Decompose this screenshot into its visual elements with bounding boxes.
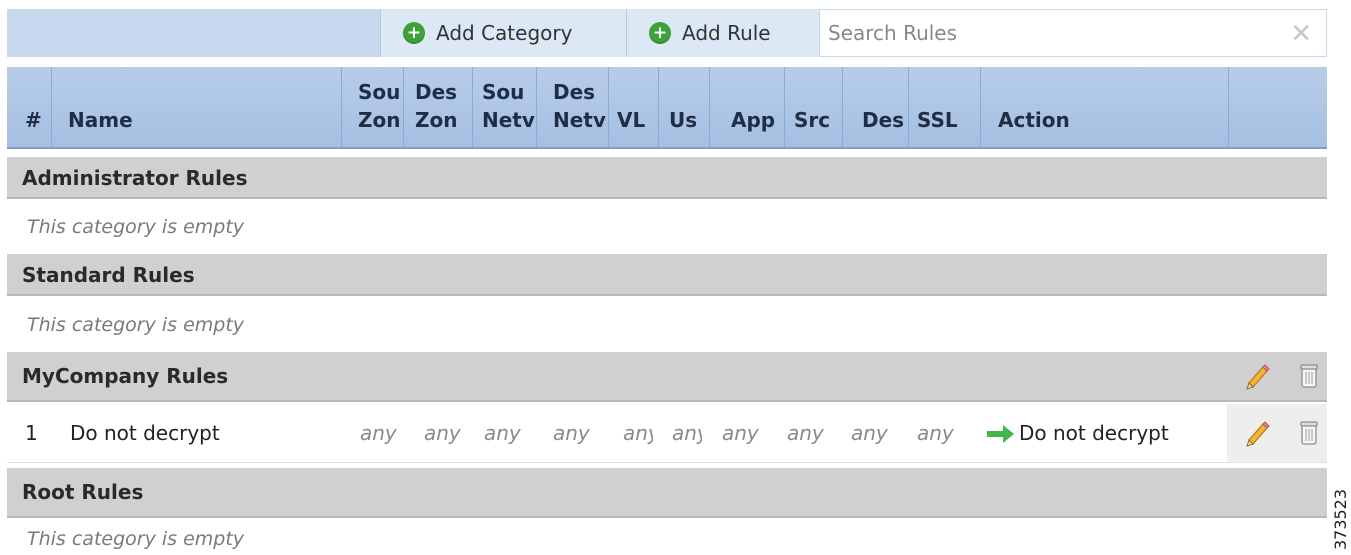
rule-name: Do not decrypt [70,421,220,445]
column-header-ssl[interactable]: SSL [909,67,981,147]
toolbar: + Add Category + Add Rule ✕ [7,9,1327,57]
column-header-source-zones[interactable]: Sou Zon [342,67,404,147]
column-header-src[interactable]: Src [785,67,843,147]
rule-app: any [722,421,759,445]
pencil-icon[interactable] [1243,361,1271,391]
category-title: Root Rules [22,480,144,504]
empty-category-text: This category is empty [27,528,245,550]
rule-users: any [672,421,702,445]
plus-circle-icon: + [649,22,671,44]
column-header-number[interactable]: # [7,67,52,147]
add-category-button[interactable]: + Add Category [380,9,626,57]
rule-src: any [787,421,824,445]
category-row[interactable]: Root Rules [7,468,1327,518]
column-header-action[interactable]: Action [981,67,1229,147]
category-row[interactable]: Administrator Rules [7,157,1327,199]
trash-icon[interactable] [1295,361,1323,391]
column-header-dest-zones[interactable]: Des Zon [404,67,473,147]
rule-dest-networks: any [553,421,590,445]
rule-action: Do not decrypt [1019,421,1169,445]
row-operations [1227,404,1327,462]
column-header-vlan[interactable]: VL [609,67,659,147]
rule-source-zones: any [360,421,397,445]
add-category-label: Add Category [436,21,573,45]
add-rule-button[interactable]: + Add Rule [626,9,819,57]
table-header: # Name Sou Zon Des Zon Sou Netv Des Netv… [7,67,1327,149]
empty-category-text: This category is empty [27,314,245,336]
add-rule-label: Add Rule [682,21,771,45]
column-header-app[interactable]: App [710,67,785,147]
category-row[interactable]: MyCompany Rules [7,352,1327,402]
rule-dest-zones: any [424,421,461,445]
rule-ssl: any [917,421,954,445]
close-icon[interactable]: ✕ [1290,21,1312,47]
search-input[interactable] [820,20,1270,46]
trash-icon[interactable] [1295,418,1323,448]
rule-number: 1 [25,421,38,445]
category-title: Administrator Rules [22,166,248,190]
empty-category-text: This category is empty [27,216,245,238]
column-header-source-networks[interactable]: Sou Netv [473,67,537,147]
table-row[interactable]: 1 Do not decrypt any any any any any any… [7,404,1327,463]
plus-circle-icon: + [403,22,425,44]
pencil-icon[interactable] [1243,418,1271,448]
column-header-operations [1229,67,1327,147]
category-title: Standard Rules [22,263,195,287]
arrow-right-icon [987,425,1014,443]
rule-source-networks: any [484,421,521,445]
category-row[interactable]: Standard Rules [7,254,1327,296]
figure-number: 373523 [1331,488,1351,551]
category-title: MyCompany Rules [22,364,229,388]
column-header-users[interactable]: Us [659,67,710,147]
column-header-name[interactable]: Name [52,67,342,147]
rule-des: any [851,421,888,445]
rule-vlan: any [623,421,653,445]
column-header-dest-networks[interactable]: Des Netv [537,67,609,147]
search-box: ✕ [819,9,1327,57]
column-header-des[interactable]: Des [843,67,909,147]
